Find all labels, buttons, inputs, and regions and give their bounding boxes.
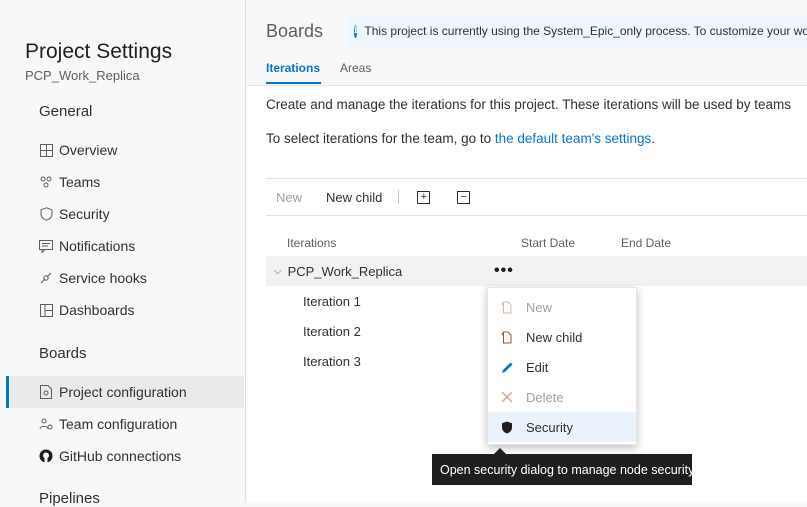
- page-description: Create and manage the iterations for thi…: [266, 97, 792, 112]
- menu-item-security[interactable]: Security: [488, 412, 636, 442]
- shield-icon: [500, 420, 514, 434]
- sidebar-item-label: Teams: [59, 174, 101, 190]
- more-actions-icon[interactable]: •••: [494, 262, 514, 280]
- toolbar-divider: [398, 190, 400, 204]
- tab-iterations[interactable]: Iterations: [266, 61, 320, 75]
- sidebar-item-label: Security: [59, 206, 110, 222]
- security-tooltip: Open security dialog to manage node secu…: [432, 448, 694, 485]
- active-tab-indicator: [266, 82, 321, 84]
- menu-item-edit[interactable]: Edit: [488, 352, 636, 382]
- team-settings-hint-text: To select iterations for the team, go to: [266, 131, 495, 146]
- page-header: Boards i This project is currently using…: [247, 0, 807, 86]
- menu-item-label: Edit: [526, 359, 549, 375]
- main-content: Boards i This project is currently using…: [247, 0, 807, 502]
- menu-item-label: Security: [526, 419, 573, 435]
- tree-row-root[interactable]: ⌵ PCP_Work_Replica: [266, 256, 807, 286]
- sidebar-item-service-hooks[interactable]: Service hooks: [6, 262, 244, 294]
- sidebar-item-teams[interactable]: Teams: [6, 166, 244, 198]
- column-header-iterations[interactable]: Iterations: [287, 236, 336, 250]
- project-settings-sidebar: Project Settings PCP_Work_Replica Genera…: [0, 0, 246, 507]
- iterations-toolbar: New New child + −: [266, 178, 807, 216]
- sidebar-item-team-configuration[interactable]: Team configuration: [6, 408, 244, 440]
- menu-item-new-child[interactable]: New child: [488, 322, 636, 352]
- delete-icon: [500, 390, 514, 404]
- team-settings-hint: To select iterations for the team, go to…: [266, 131, 655, 146]
- tree-row-label: Iteration 1: [303, 293, 361, 309]
- team-settings-hint-suffix: .: [651, 131, 656, 146]
- tree-row-label: Iteration 2: [303, 323, 361, 339]
- sidebar-item-label: Overview: [59, 142, 118, 158]
- pencil-icon: [500, 360, 514, 374]
- github-icon: [39, 449, 53, 463]
- sidebar-item-label: Notifications: [59, 238, 136, 254]
- pipelines-heading: Pipelines: [39, 490, 100, 507]
- new-child-icon: [500, 330, 514, 344]
- menu-item-label: Delete: [526, 389, 564, 405]
- boards-heading: Boards: [39, 345, 87, 362]
- sidebar-item-label: Team configuration: [59, 416, 178, 432]
- sidebar-item-github-connections[interactable]: GitHub connections: [6, 440, 244, 472]
- teams-icon: [39, 175, 53, 189]
- sidebar-item-label: Service hooks: [59, 270, 147, 286]
- sidebar-item-overview[interactable]: Overview: [6, 134, 244, 166]
- menu-item-new[interactable]: New: [488, 292, 636, 322]
- sidebar-item-label: GitHub connections: [59, 448, 182, 464]
- shield-icon: [39, 207, 53, 221]
- project-settings-title: Project Settings: [25, 40, 173, 63]
- sidebar-item-notifications[interactable]: Notifications: [6, 230, 244, 262]
- column-header-start-date[interactable]: Start Date: [521, 236, 575, 250]
- tree-row-label: PCP_Work_Replica: [287, 263, 403, 279]
- info-message-bar: i This project is currently using the Sy…: [347, 15, 807, 47]
- project-configuration-icon: [39, 385, 53, 399]
- expand-all-button[interactable]: +: [417, 190, 431, 204]
- default-team-settings-link[interactable]: the default team's settings: [495, 131, 651, 146]
- tree-row-label: Iteration 3: [303, 353, 361, 369]
- sidebar-item-label: Project configuration: [59, 384, 187, 400]
- new-child-button[interactable]: New child: [326, 190, 382, 205]
- column-header-end-date[interactable]: End Date: [621, 236, 671, 250]
- dashboards-icon: [39, 303, 53, 317]
- menu-item-delete[interactable]: Delete: [488, 382, 636, 412]
- tab-areas[interactable]: Areas: [340, 61, 371, 75]
- sidebar-item-project-configuration[interactable]: Project configuration: [6, 376, 244, 408]
- sidebar-item-dashboards[interactable]: Dashboards: [6, 294, 244, 326]
- page-title: Boards: [266, 21, 324, 41]
- info-icon: i: [354, 24, 358, 38]
- new-button[interactable]: New: [276, 190, 302, 205]
- team-configuration-icon: [39, 417, 53, 431]
- sidebar-item-label: Dashboards: [59, 302, 135, 318]
- service-hooks-icon: [39, 271, 53, 285]
- collapse-all-button[interactable]: −: [457, 190, 471, 204]
- new-icon: [500, 300, 514, 314]
- menu-item-label: New child: [526, 329, 583, 345]
- info-message-text: This project is currently using the Syst…: [364, 24, 807, 38]
- general-heading: General: [39, 103, 93, 120]
- sidebar-item-security[interactable]: Security: [6, 198, 244, 230]
- overview-icon: [39, 143, 53, 157]
- project-name: PCP_Work_Replica: [25, 68, 140, 83]
- context-menu: New New child Edit Delete Security: [487, 287, 637, 445]
- menu-item-label: New: [526, 299, 553, 315]
- chevron-down-icon[interactable]: ⌵: [274, 266, 282, 277]
- notifications-icon: [39, 239, 53, 253]
